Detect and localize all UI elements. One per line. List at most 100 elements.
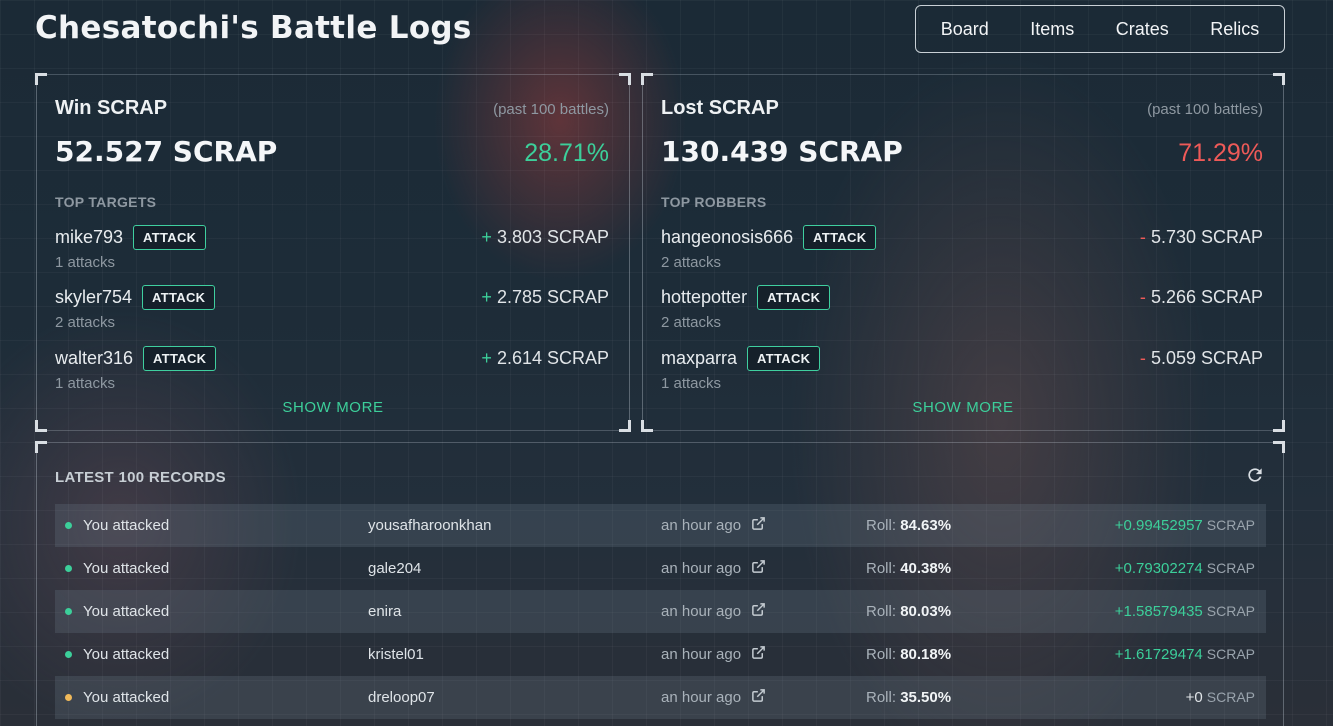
win-subtitle: (past 100 battles) bbox=[493, 101, 609, 118]
record-time-text: an hour ago bbox=[661, 603, 742, 620]
roll-label: Roll: bbox=[866, 689, 897, 706]
record-time: an hour ago bbox=[661, 516, 866, 535]
attack-button[interactable]: ATTACK bbox=[142, 285, 216, 310]
corner-decoration bbox=[619, 73, 631, 85]
nav-relics[interactable]: Relics bbox=[1204, 13, 1265, 46]
external-link-icon[interactable] bbox=[751, 516, 766, 535]
top-targets-label: TOP TARGETS bbox=[55, 194, 157, 210]
win-scrap-panel: Win SCRAP (past 100 battles) 52.527 SCRA… bbox=[35, 73, 631, 432]
attack-count: 1 attacks bbox=[55, 375, 116, 392]
sign: - bbox=[1139, 348, 1146, 368]
corner-decoration bbox=[1273, 441, 1285, 453]
record-amount: +1.61729474 SCRAP bbox=[1046, 646, 1266, 663]
robber-name: hangeonosis666 bbox=[661, 227, 794, 247]
record-amount: +0.99452957 SCRAP bbox=[1046, 517, 1266, 534]
amount-value: +1.61729474 bbox=[1114, 646, 1203, 663]
record-opponent[interactable]: yousafharoonkhan bbox=[368, 517, 661, 534]
lost-percent: 71.29% bbox=[1178, 139, 1263, 167]
amount-value: 5.730 SCRAP bbox=[1150, 227, 1263, 247]
record-row: You attacked enira an hour ago Roll: 80.… bbox=[55, 590, 1266, 633]
sign: + bbox=[481, 227, 492, 247]
external-link-icon[interactable] bbox=[751, 645, 766, 664]
show-more-robbers[interactable]: SHOW MORE bbox=[643, 399, 1283, 416]
amount-unit: SCRAP bbox=[1206, 689, 1255, 705]
roll-value: 80.18% bbox=[900, 646, 952, 663]
corner-decoration bbox=[619, 420, 631, 432]
record-roll: Roll: 80.03% bbox=[866, 603, 1046, 620]
attack-button[interactable]: ATTACK bbox=[803, 225, 877, 250]
records-panel: LATEST 100 RECORDS You attacked yousafha… bbox=[35, 441, 1285, 726]
record-time: an hour ago bbox=[661, 645, 866, 664]
corner-decoration bbox=[1273, 73, 1285, 85]
record-roll: Roll: 35.50% bbox=[866, 689, 1046, 706]
status-dot bbox=[65, 651, 72, 658]
record-roll: Roll: 40.38% bbox=[866, 560, 1046, 577]
record-time-text: an hour ago bbox=[661, 517, 742, 534]
nav-board[interactable]: Board bbox=[935, 13, 995, 46]
roll-label: Roll: bbox=[866, 560, 897, 577]
target-name: mike793 bbox=[55, 227, 124, 247]
corner-decoration bbox=[35, 420, 47, 432]
attack-count: 1 attacks bbox=[55, 254, 116, 271]
record-amount: +1.58579435 SCRAP bbox=[1046, 603, 1266, 620]
status-dot bbox=[65, 694, 72, 701]
amount-value: 5.266 SCRAP bbox=[1150, 287, 1263, 307]
refresh-icon[interactable] bbox=[1245, 465, 1265, 490]
status-dot bbox=[65, 608, 72, 615]
robber-amount: - 5.730 SCRAP bbox=[1140, 227, 1263, 248]
roll-value: 80.03% bbox=[900, 603, 952, 620]
robber-amount: - 5.266 SCRAP bbox=[1140, 287, 1263, 308]
attack-count: 2 attacks bbox=[661, 254, 722, 271]
robber-name: hottepotter bbox=[661, 287, 748, 307]
target-name: skyler754 bbox=[55, 287, 133, 307]
record-opponent[interactable]: gale204 bbox=[368, 560, 661, 577]
attack-button[interactable]: ATTACK bbox=[747, 346, 821, 371]
records-list: You attacked yousafharoonkhan an hour ag… bbox=[55, 504, 1266, 719]
top-robbers-label: TOP ROBBERS bbox=[661, 194, 767, 210]
robber-amount: - 5.059 SCRAP bbox=[1140, 348, 1263, 369]
nav-crates[interactable]: Crates bbox=[1110, 13, 1175, 46]
attack-button[interactable]: ATTACK bbox=[133, 225, 207, 250]
lost-title: Lost SCRAP bbox=[661, 97, 779, 119]
target-row: mike793 ATTACK + 3.803 SCRAP 1 attacks bbox=[55, 225, 609, 277]
record-opponent[interactable]: enira bbox=[368, 603, 661, 620]
attack-count: 2 attacks bbox=[661, 314, 722, 331]
amount-unit: SCRAP bbox=[1206, 517, 1255, 533]
record-action: You attacked bbox=[83, 560, 170, 577]
external-link-icon[interactable] bbox=[751, 559, 766, 578]
lost-scrap-panel: Lost SCRAP (past 100 battles) 130.439 SC… bbox=[641, 73, 1285, 432]
nav-items[interactable]: Items bbox=[1024, 13, 1080, 46]
record-roll: Roll: 84.63% bbox=[866, 517, 1046, 534]
attack-count: 1 attacks bbox=[661, 375, 722, 392]
target-amount: + 3.803 SCRAP bbox=[481, 227, 609, 248]
roll-label: Roll: bbox=[866, 603, 897, 620]
target-row: skyler754 ATTACK + 2.785 SCRAP 2 attacks bbox=[55, 285, 609, 337]
records-title: LATEST 100 RECORDS bbox=[55, 469, 226, 486]
record-time: an hour ago bbox=[661, 688, 866, 707]
amount-unit: SCRAP bbox=[1206, 603, 1255, 619]
attack-button[interactable]: ATTACK bbox=[757, 285, 831, 310]
lost-subtitle: (past 100 battles) bbox=[1147, 101, 1263, 118]
win-title: Win SCRAP bbox=[55, 97, 168, 119]
robber-row: maxparra ATTACK - 5.059 SCRAP 1 attacks bbox=[661, 346, 1263, 398]
external-link-icon[interactable] bbox=[751, 688, 766, 707]
record-row: You attacked gale204 an hour ago Roll: 4… bbox=[55, 547, 1266, 590]
record-amount: +0 SCRAP bbox=[1046, 689, 1266, 706]
record-time-text: an hour ago bbox=[661, 646, 742, 663]
corner-decoration bbox=[641, 73, 653, 85]
amount-unit: SCRAP bbox=[1206, 560, 1255, 576]
record-opponent[interactable]: dreloop07 bbox=[368, 689, 661, 706]
record-amount: +0.79302274 SCRAP bbox=[1046, 560, 1266, 577]
record-roll: Roll: 80.18% bbox=[866, 646, 1046, 663]
top-nav: Board Items Crates Relics bbox=[915, 5, 1285, 53]
roll-value: 84.63% bbox=[900, 517, 952, 534]
record-opponent[interactable]: kristel01 bbox=[368, 646, 661, 663]
record-time-text: an hour ago bbox=[661, 689, 742, 706]
external-link-icon[interactable] bbox=[751, 602, 766, 621]
sign: - bbox=[1139, 287, 1146, 307]
show-more-targets[interactable]: SHOW MORE bbox=[37, 399, 629, 416]
target-row: walter316 ATTACK + 2.614 SCRAP 1 attacks bbox=[55, 346, 609, 398]
attack-button[interactable]: ATTACK bbox=[143, 346, 217, 371]
page-title: Chesatochi's Battle Logs bbox=[35, 10, 472, 46]
target-amount: + 2.785 SCRAP bbox=[481, 287, 609, 308]
